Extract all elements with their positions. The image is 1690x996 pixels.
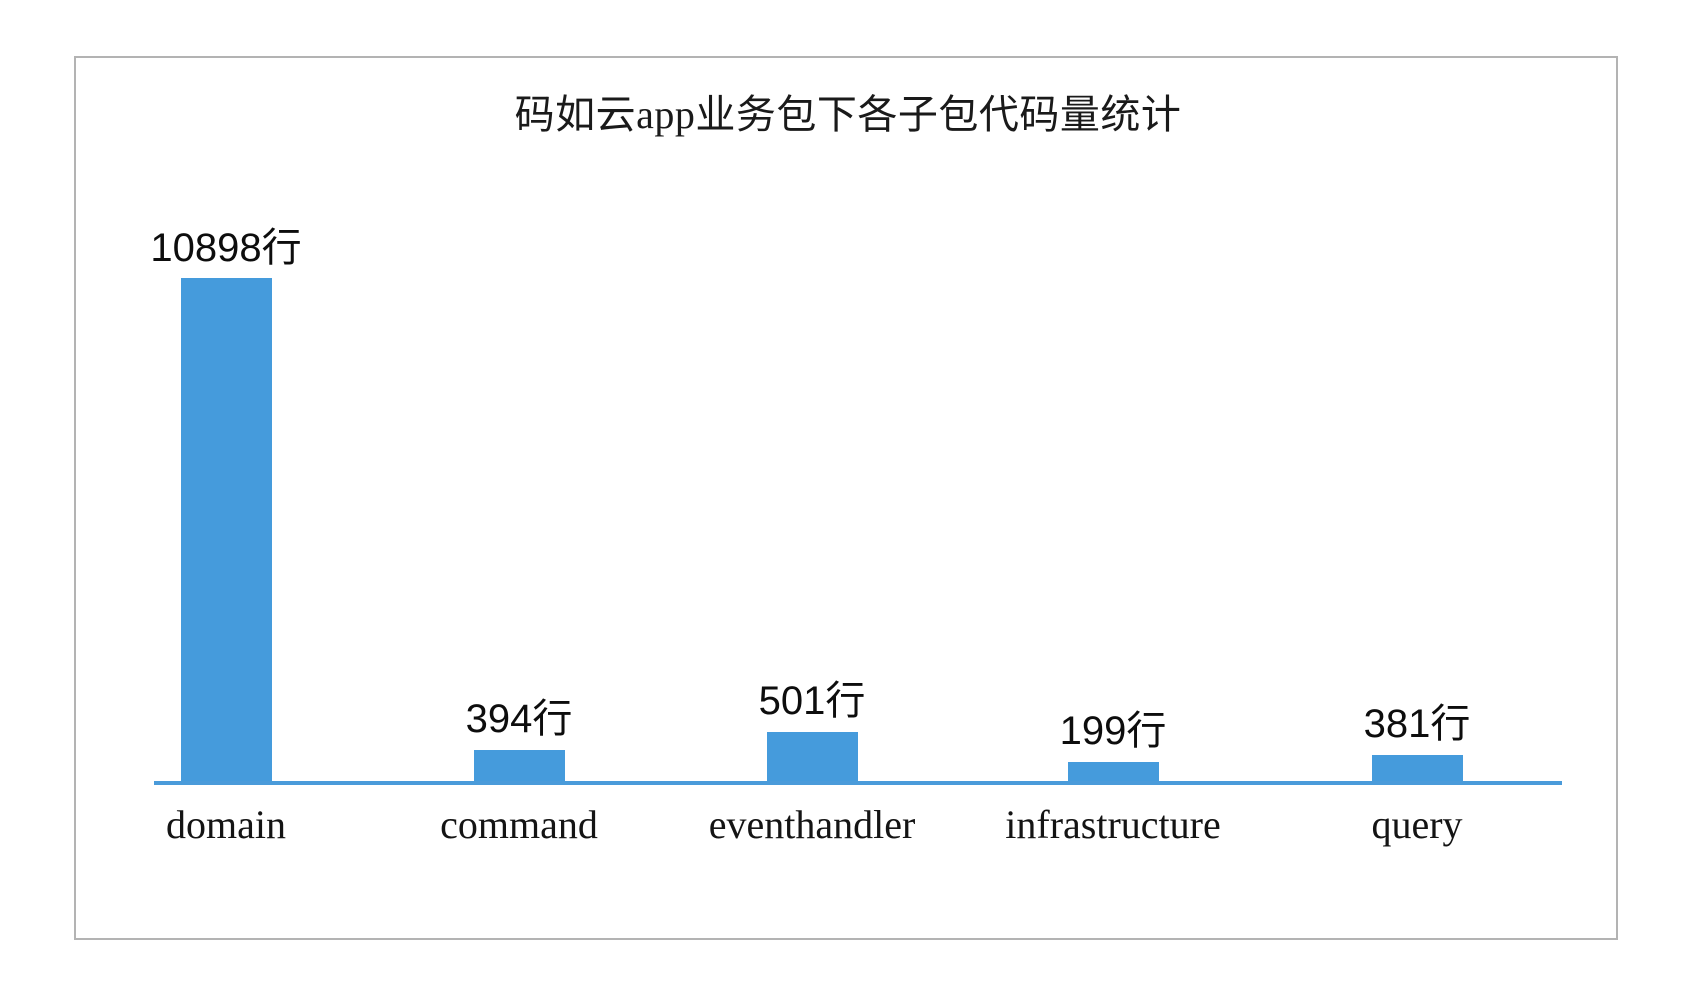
bar-command[interactable] bbox=[474, 750, 565, 781]
bar-value-label-infrastructure: 199行 bbox=[1059, 709, 1167, 753]
bar-chart-plot-area: 10898行 domain 394行 command 501行 eventhandler 1… bbox=[76, 58, 1620, 942]
bar-value-label-command: 394行 bbox=[465, 697, 573, 741]
bar-domain[interactable] bbox=[181, 278, 272, 781]
bar-value-label-query: 381行 bbox=[1363, 702, 1471, 746]
bar-value-label-eventhandler: 501行 bbox=[758, 679, 866, 723]
bar-query[interactable] bbox=[1372, 755, 1463, 781]
category-label-eventhandler: eventhandler bbox=[708, 802, 916, 847]
bar-value-label-domain: 10898行 bbox=[150, 226, 302, 270]
category-label-command: command bbox=[440, 802, 598, 847]
category-label-infrastructure: infrastructure bbox=[1005, 802, 1221, 847]
bar-infrastructure[interactable] bbox=[1068, 762, 1159, 781]
category-label-domain: domain bbox=[166, 802, 286, 847]
category-axis-line bbox=[154, 781, 1562, 785]
bar-eventhandler[interactable] bbox=[767, 732, 858, 781]
category-label-query: query bbox=[1371, 802, 1463, 847]
chart-frame: 码如云app业务包下各子包代码量统计 10898行 domain 394行 comma… bbox=[74, 56, 1618, 940]
